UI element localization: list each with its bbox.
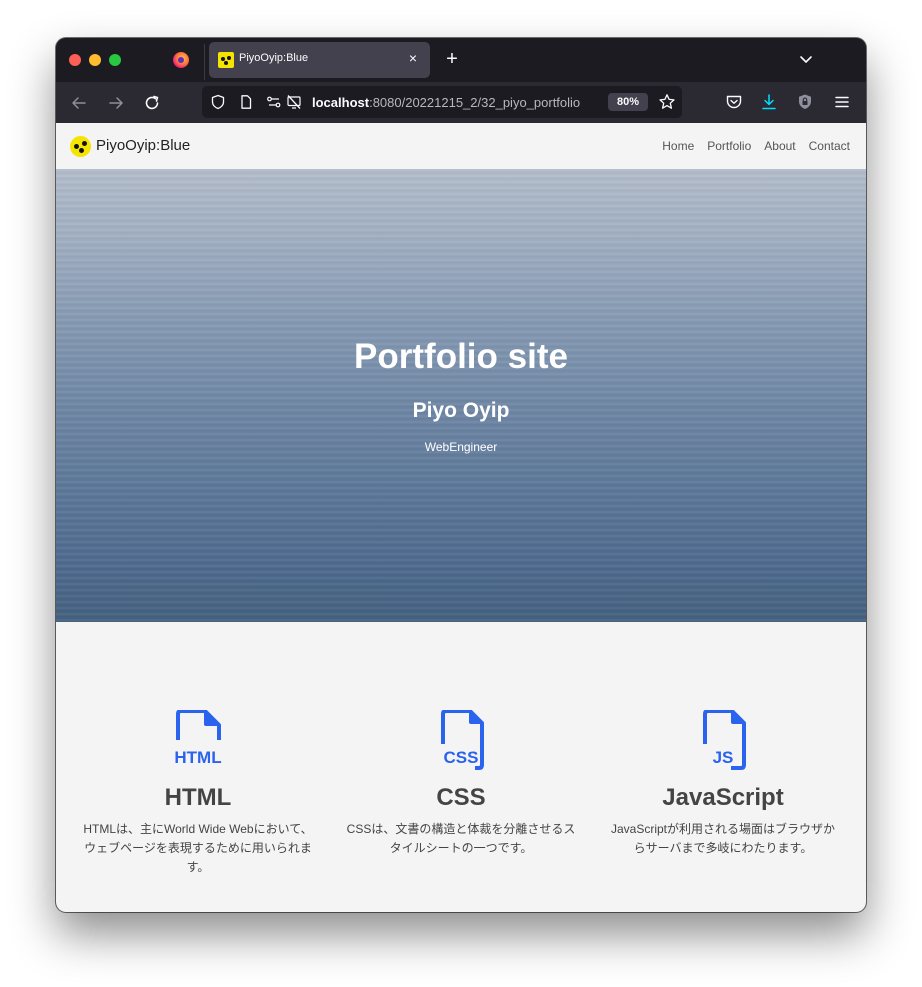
hero-section: Portfolio site Piyo Oyip WebEngineer [56, 169, 866, 622]
close-window-button[interactable] [69, 54, 81, 66]
zoom-level-badge[interactable]: 80% [608, 93, 648, 111]
tab-close-icon[interactable]: × [405, 50, 421, 66]
navigation-toolbar: localhost:8080/20221215_2/32_piyo_portfo… [56, 82, 866, 123]
tab-divider [204, 44, 205, 80]
hero-title: Portfolio site [354, 337, 568, 376]
active-tab[interactable]: PiyoOyip:Blue × [209, 42, 430, 78]
permissions-key-icon[interactable] [266, 94, 282, 110]
html-ext-label: HTML [174, 748, 222, 767]
site-header: PiyoOyip:Blue Home Portfolio About Conta… [56, 123, 866, 169]
hero-name: Piyo Oyip [412, 399, 510, 422]
hamburger-menu-icon[interactable] [833, 93, 851, 111]
css-ext-label: CSS [443, 748, 479, 767]
url-host: localhost [312, 95, 370, 110]
skill-title: HTML [164, 784, 232, 811]
firefox-logo-icon[interactable] [173, 52, 189, 68]
url-text[interactable]: localhost:8080/20221215_2/32_piyo_portfo… [312, 95, 602, 110]
tab-strip: PiyoOyip:Blue × + [56, 38, 866, 82]
nav-link-about[interactable]: About [764, 139, 795, 153]
new-tab-button[interactable]: + [442, 48, 462, 72]
forward-arrow-icon[interactable] [106, 93, 126, 113]
site-name[interactable]: PiyoOyip:Blue [96, 137, 190, 154]
skill-title: CSS [436, 784, 486, 811]
extension-shield-icon[interactable] [796, 93, 814, 111]
nav-link-home[interactable]: Home [662, 139, 694, 153]
js-ext-label: JS [712, 748, 734, 767]
page-document-icon[interactable] [238, 94, 254, 110]
reload-icon[interactable] [142, 93, 162, 113]
pocket-icon[interactable] [725, 93, 743, 111]
hero-role: WebEngineer [424, 440, 498, 454]
site-nav: Home Portfolio About Contact [662, 139, 850, 153]
web-page: PiyoOyip:Blue Home Portfolio About Conta… [56, 123, 866, 912]
piyo-favicon-icon [218, 52, 234, 68]
screen-share-blocked-icon[interactable] [286, 94, 302, 110]
url-bar[interactable]: localhost:8080/20221215_2/32_piyo_portfo… [202, 86, 682, 118]
piyo-logo-icon[interactable] [70, 136, 91, 157]
filetype-html-icon: HTML [170, 710, 226, 772]
skill-description: CSSは、文書の構造と体裁を分離させるスタイルシートの一つです。 [346, 822, 576, 855]
tracking-shield-icon[interactable] [210, 94, 226, 110]
nav-link-portfolio[interactable]: Portfolio [707, 139, 751, 153]
back-arrow-icon[interactable] [69, 93, 89, 113]
skill-description: HTMLは、主にWorld Wide Webにおいて、ウェブページを表現するため… [83, 822, 313, 874]
skill-card-javascript: JS JavaScript JavaScriptが利用される場面はブラウザからサ… [598, 710, 848, 858]
filetype-css-icon: CSS [433, 710, 489, 772]
browser-window: PiyoOyip:Blue × + localhost:8080/2022121… [56, 38, 866, 912]
tab-title: PiyoOyip:Blue [239, 52, 309, 64]
skills-section: HTML HTML HTMLは、主にWorld Wide Webにおいて、ウェブ… [56, 622, 866, 912]
skill-description: JavaScriptが利用される場面はブラウザからサーバまで多岐にわたります。 [610, 822, 836, 855]
tab-list-chevron-down-icon[interactable] [798, 51, 814, 67]
skill-card-html: HTML HTML HTMLは、主にWorld Wide Webにおいて、ウェブ… [73, 710, 323, 877]
zoom-window-button[interactable] [109, 54, 121, 66]
minimize-window-button[interactable] [89, 54, 101, 66]
filetype-js-icon: JS [695, 710, 751, 772]
skill-card-css: CSS CSS CSSは、文書の構造と体裁を分離させるスタイルシートの一つです。 [336, 710, 586, 858]
skill-title: JavaScript [662, 784, 784, 811]
url-path: :8080/20221215_2/32_piyo_portfolio [369, 95, 581, 110]
nav-link-contact[interactable]: Contact [809, 139, 850, 153]
bookmark-star-icon[interactable] [658, 93, 676, 111]
downloads-icon[interactable] [760, 93, 778, 111]
